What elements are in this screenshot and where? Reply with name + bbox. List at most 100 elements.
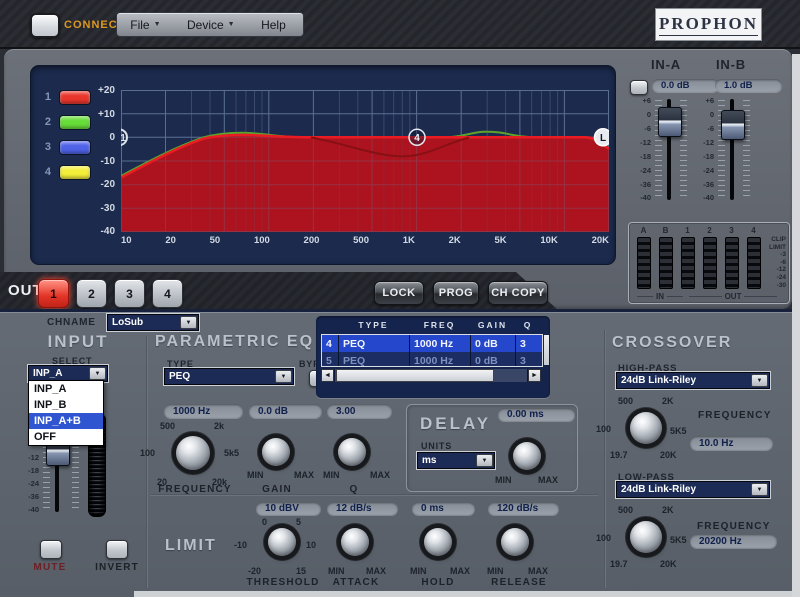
meter-scale-label: LIMIT [769, 244, 786, 252]
cell-freq: 1000 Hz [410, 335, 471, 352]
scroll-right-icon[interactable]: ► [528, 369, 541, 382]
highpass-filter-dropdown[interactable]: 24dB Link-Riley ▼ [616, 372, 770, 389]
fader-scale-label: 0 [647, 111, 651, 119]
y-tick-label: -40 [101, 226, 115, 237]
meter-led-bar [747, 237, 761, 289]
select-option[interactable]: OFF [29, 429, 103, 445]
fader-scale-label: +6 [705, 97, 714, 105]
invert-button[interactable] [106, 540, 128, 559]
eq-table-header: FREQ [409, 320, 470, 330]
window-edge [792, 54, 800, 597]
lowpass-frequency-knob[interactable] [630, 521, 662, 553]
meter-bridge: A B 1 2 3 [628, 222, 790, 304]
scrollbar-track[interactable] [335, 369, 527, 382]
eq-gain-display: 0.0 dB [249, 404, 322, 418]
dropdown-arrow-icon[interactable]: ▼ [751, 374, 768, 387]
scrollbar-thumb[interactable] [336, 369, 494, 382]
meter-label: 4 [751, 226, 755, 235]
delay-knob[interactable] [513, 442, 541, 470]
scroll-left-icon[interactable]: ◄ [321, 369, 334, 382]
highpass-frequency-knob[interactable] [630, 412, 662, 444]
dropdown-arrow-icon[interactable]: ▼ [275, 370, 292, 383]
lowpass-filter-dropdown[interactable]: 24dB Link-Riley ▼ [616, 481, 770, 498]
prog-button[interactable]: PROG [433, 281, 479, 305]
in-b-label: IN-B [716, 57, 746, 72]
knob-scale-label: 10 [306, 540, 316, 550]
invert-label: INVERT [94, 562, 140, 573]
dropdown-arrow-icon[interactable]: ▼ [180, 316, 197, 329]
caret-down-icon: ▼ [154, 21, 161, 28]
knob-min-label: MIN [328, 566, 345, 576]
y-axis-ticks: +20+100-10-20-30-40 [77, 85, 115, 237]
eq-gain-knob[interactable] [262, 438, 290, 466]
cell-band-number: 5 [322, 352, 339, 367]
x-tick-label: 10 [121, 235, 132, 246]
menu-item[interactable]: Help [261, 18, 290, 32]
attack-knob[interactable] [341, 528, 369, 556]
knob-scale-label: 20K [660, 559, 677, 569]
x-tick-label: 5K [495, 235, 507, 246]
in-b-fader[interactable]: +60-6-12-18-24-36-40 [701, 97, 753, 202]
release-knob[interactable] [501, 528, 529, 556]
lock-button[interactable]: LOCK [374, 281, 424, 305]
in-a-fader-handle[interactable] [658, 107, 682, 137]
select-option[interactable]: INP_A+B [29, 413, 103, 429]
select-option[interactable]: INP_B [29, 397, 103, 413]
delay-value-display: 0.00 ms [498, 408, 575, 421]
knob-scale-label: 5K5 [670, 426, 687, 436]
knob-min-label: MIN [495, 475, 512, 485]
delay-units-dropdown[interactable]: ms ▼ [417, 452, 495, 469]
x-tick-label: 20K [592, 235, 609, 246]
delay-section-title: DELAY [420, 414, 491, 434]
meter-column: A [637, 226, 650, 289]
knob-min-label: MIN [323, 470, 340, 480]
fader-scale-label: -36 [640, 181, 651, 189]
delay-section: DELAY 0.00 ms UNITS ms ▼ MIN MAX [406, 404, 578, 492]
hold-knob[interactable] [424, 528, 452, 556]
menu-item[interactable]: File▼ [130, 18, 160, 32]
q-caption: Q [326, 484, 382, 495]
eq-table-horizontal-scrollbar: ◄ ► [321, 369, 541, 382]
chname-dropdown[interactable]: LoSub ▼ [107, 314, 199, 331]
in-b-fader-handle[interactable] [721, 110, 745, 140]
threshold-knob[interactable] [268, 528, 296, 556]
output-channel-tab[interactable]: 2 [76, 279, 107, 308]
frequency-caption: FREQUENCY [150, 484, 240, 495]
connect-button[interactable] [30, 13, 60, 38]
x-tick-label: 2K [449, 235, 461, 246]
dropdown-arrow-icon[interactable]: ▼ [751, 483, 768, 496]
lowpass-frequency-caption: FREQUENCY [697, 521, 771, 532]
knob-max-label: MAX [538, 475, 558, 485]
dropdown-arrow-icon[interactable]: ▼ [476, 454, 493, 467]
meter-led-bar [659, 237, 673, 289]
chname-label: CHNAME [47, 317, 96, 328]
eq-table-row[interactable]: 4 PEQ 1000 Hz 0 dB 3 [322, 335, 542, 352]
select-option[interactable]: INP_A [29, 381, 103, 397]
knob-scale-label: 5 [296, 517, 301, 527]
hold-caption: HOLD [413, 577, 463, 588]
eq-type-dropdown[interactable]: PEQ ▼ [164, 368, 294, 385]
brand-logo: PROPHON [655, 8, 762, 41]
ch-copy-button[interactable]: CH COPY [488, 281, 548, 305]
output-channel-tab[interactable]: 1 [38, 279, 69, 308]
fader-scale-label: -40 [640, 194, 651, 202]
knob-scale-label: 19.7 [610, 450, 628, 460]
knob-max-label: MAX [528, 566, 548, 576]
mute-button[interactable] [40, 540, 62, 559]
trim-link-button[interactable] [630, 80, 648, 95]
peq-section-title: PARAMETRIC EQ [155, 333, 314, 351]
output-channel-tab[interactable]: 3 [114, 279, 145, 308]
fader-scale-label: -36 [28, 493, 39, 501]
eq-table-vertical-scrollbar[interactable] [544, 335, 549, 365]
eq-q-knob[interactable] [338, 438, 366, 466]
in-a-gain-display: 0.0 dB [652, 79, 719, 92]
meter-column: B [659, 226, 672, 289]
dropdown-arrow-icon[interactable]: ▼ [89, 367, 106, 380]
meter-label: 2 [707, 226, 711, 235]
eq-table-header: TYPE [338, 320, 409, 330]
menu-item[interactable]: Device▼ [187, 18, 235, 32]
output-channel-tab[interactable]: 4 [152, 279, 183, 308]
in-a-fader[interactable]: +60-6-12-18-24-36-40 [638, 97, 690, 202]
eq-table-row[interactable]: 5 PEQ 1000 Hz 0 dB 3 [322, 352, 542, 367]
eq-frequency-knob[interactable] [176, 436, 210, 470]
